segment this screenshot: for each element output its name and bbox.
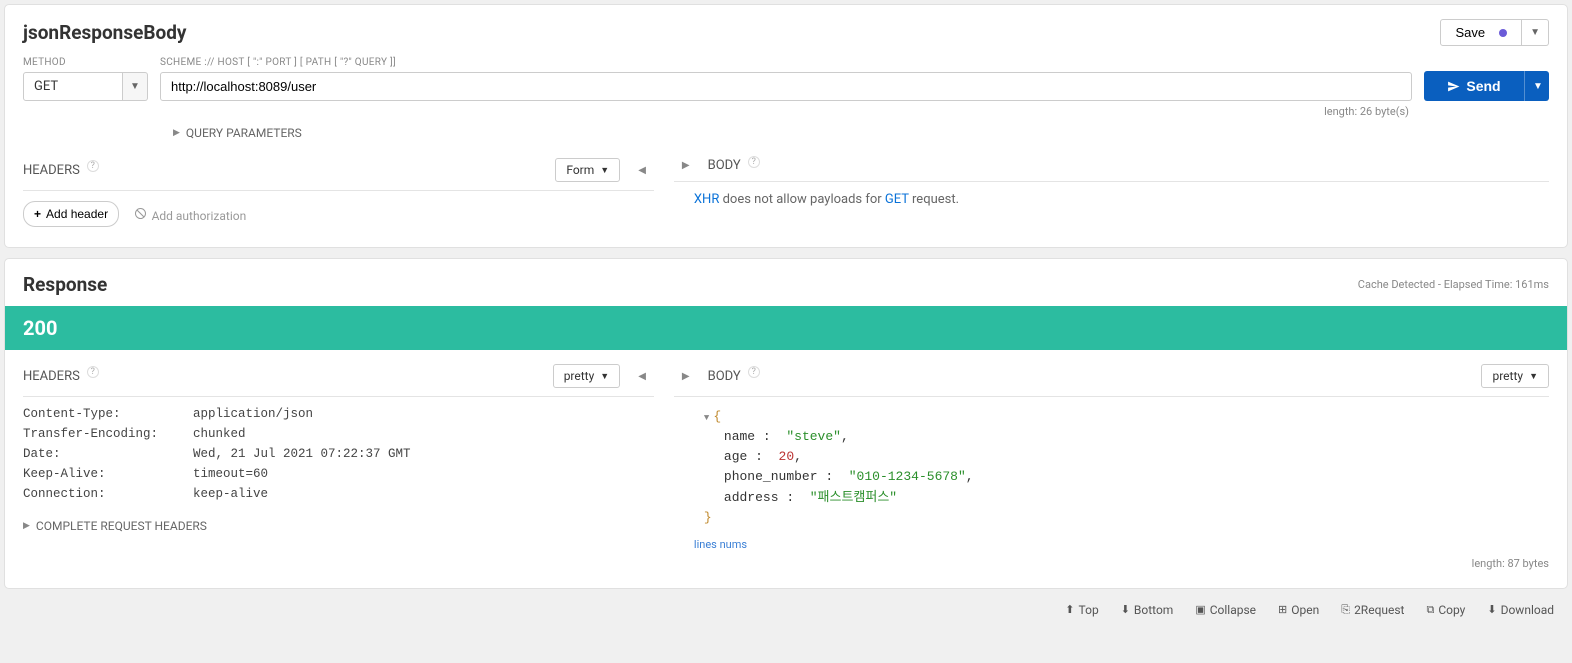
request-title: jsonResponseBody — [23, 21, 186, 44]
download-button[interactable]: ⬇Download — [1487, 603, 1554, 617]
method-select[interactable]: GET — [23, 72, 123, 101]
send-icon — [1447, 80, 1460, 93]
footer-toolbar: ⬆Top ⬇Bottom ▣Collapse ⊞Open ⎘2Request ⧉… — [0, 593, 1572, 627]
download-icon: ⬇ — [1487, 603, 1496, 616]
save-button[interactable]: Save — [1440, 19, 1522, 46]
send-dropdown[interactable]: ▼ — [1524, 71, 1549, 101]
chevron-right-icon: ▶ — [173, 128, 180, 138]
expand-right-icon[interactable]: ▶ — [674, 371, 698, 382]
header-row: Connection:keep-alive — [23, 487, 654, 501]
response-meta: Cache Detected - Elapsed Time: 161ms — [1358, 278, 1549, 291]
url-label: SCHEME :// HOST [ ":" PORT ] [ PATH [ "?… — [160, 57, 1412, 68]
method-label: METHOD — [23, 57, 148, 68]
open-icon: ⊞ — [1278, 603, 1287, 616]
collapse-button[interactable]: ▣Collapse — [1195, 603, 1256, 617]
response-body-view-dropdown[interactable]: pretty▼ — [1481, 364, 1549, 388]
status-code: 200 — [5, 306, 1567, 350]
url-input[interactable] — [160, 72, 1412, 101]
chevron-right-icon: ▶ — [23, 521, 30, 531]
collapse-left-icon[interactable]: ◀ — [630, 371, 654, 382]
response-panel: Response Cache Detected - Elapsed Time: … — [4, 258, 1568, 589]
body-length-text: length: 87 bytes — [1472, 557, 1549, 570]
arrow-down-icon: ⬇ — [1121, 603, 1130, 616]
request-headers-title: HEADERS ? — [23, 163, 99, 178]
add-authorization-link[interactable]: 🛇 Add authorization — [134, 205, 246, 226]
help-icon[interactable]: ? — [748, 156, 760, 168]
send-button[interactable]: Send — [1424, 71, 1524, 101]
method-dropdown-icon[interactable]: ▼ — [123, 72, 148, 101]
copy-button[interactable]: ⧉Copy — [1426, 603, 1465, 617]
bottom-button[interactable]: ⬇Bottom — [1121, 603, 1174, 617]
response-headers-title: HEADERS ? — [23, 369, 99, 384]
url-length-text: length: 26 byte(s) — [1324, 105, 1409, 118]
header-row: Content-Type:application/json — [23, 407, 654, 421]
lines-nums-link[interactable]: lines nums — [674, 538, 1549, 551]
unsaved-indicator-icon — [1499, 29, 1507, 37]
top-button[interactable]: ⬆Top — [1065, 603, 1098, 617]
expand-right-icon[interactable]: ▶ — [674, 160, 698, 171]
save-dropdown[interactable]: ▼ — [1522, 19, 1549, 46]
copy-icon: ⧉ — [1426, 603, 1434, 617]
collapse-toggle-icon[interactable]: ▼ — [704, 413, 709, 423]
add-header-button[interactable]: + Add header — [23, 201, 119, 227]
request-body-title: BODY ? — [708, 158, 760, 173]
collapse-icon: ▣ — [1195, 603, 1205, 616]
help-icon[interactable]: ? — [87, 160, 99, 172]
request-panel: jsonResponseBody Save ▼ METHOD GET ▼ SCH… — [4, 4, 1568, 248]
response-body-title: BODY ? — [708, 369, 760, 384]
help-icon[interactable]: ? — [748, 366, 760, 378]
header-row: Date:Wed, 21 Jul 2021 07:22:37 GMT — [23, 447, 654, 461]
response-json-viewer: ▼{ name : "steve", age : 20, phone_numbe… — [674, 407, 1549, 528]
copy-to-request-icon: ⎘ — [1341, 603, 1350, 617]
collapse-left-icon[interactable]: ◀ — [630, 165, 654, 176]
complete-request-headers-toggle[interactable]: ▶ COMPLETE REQUEST HEADERS — [23, 519, 654, 533]
response-headers-view-dropdown[interactable]: pretty▼ — [553, 364, 621, 388]
query-parameters-toggle[interactable]: ▶ QUERY PARAMETERS — [173, 126, 1549, 140]
open-button[interactable]: ⊞Open — [1278, 603, 1319, 617]
header-row: Transfer-Encoding:chunked — [23, 427, 654, 441]
headers-view-dropdown[interactable]: Form▼ — [555, 158, 620, 182]
arrow-up-icon: ⬆ — [1065, 603, 1074, 616]
header-row: Keep-Alive:timeout=60 — [23, 467, 654, 481]
response-headers-table: Content-Type:application/json Transfer-E… — [23, 407, 654, 501]
body-disabled-message: XHR does not allow payloads for GET requ… — [674, 192, 1549, 207]
response-title: Response — [23, 273, 107, 296]
plus-icon: + — [34, 207, 41, 221]
key-icon: 🛇 — [134, 205, 146, 226]
save-button-group: Save ▼ — [1440, 19, 1549, 46]
help-icon[interactable]: ? — [87, 366, 99, 378]
to-request-button[interactable]: ⎘2Request — [1341, 603, 1404, 617]
